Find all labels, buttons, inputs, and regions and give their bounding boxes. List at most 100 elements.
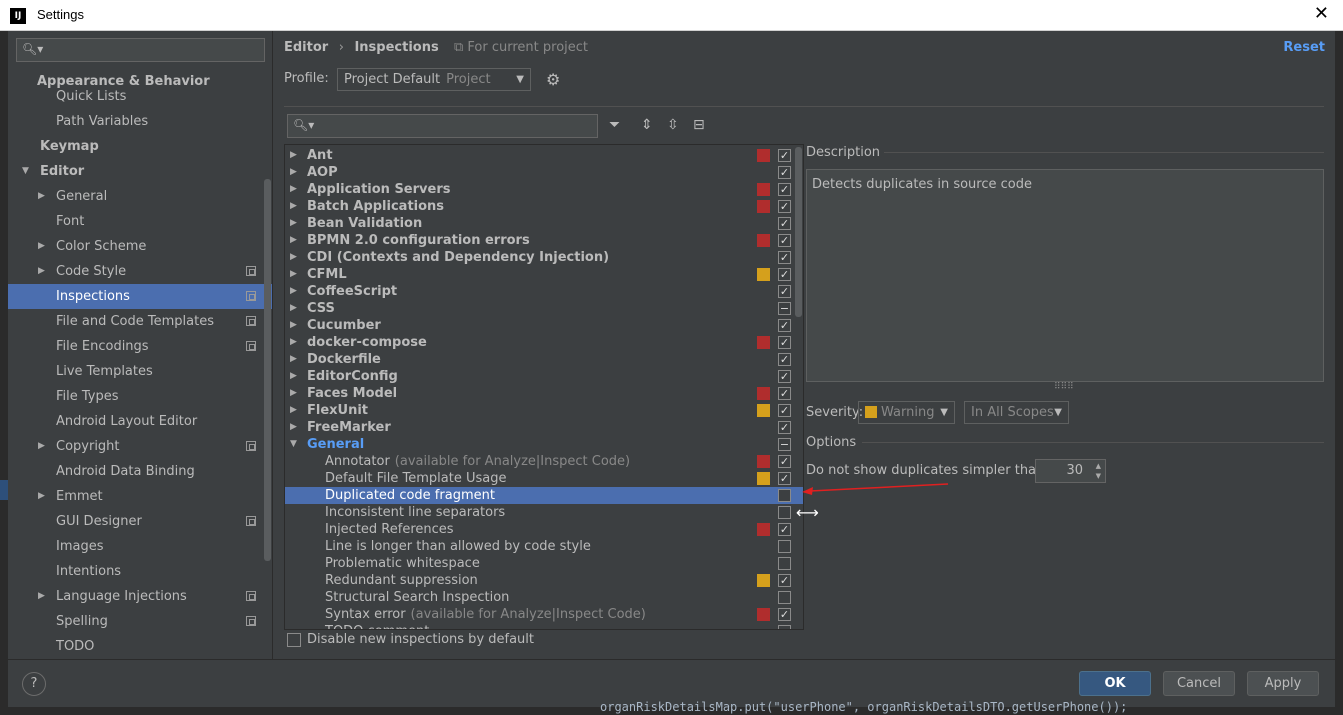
inspection-row[interactable]: ▶ EditorConfig ✓ — [285, 368, 803, 385]
inspection-checkbox[interactable]: ✓ — [778, 608, 791, 621]
collapsed-arrow-icon[interactable]: ▶ — [290, 402, 297, 419]
inspection-row[interactable]: ▼ General − — [285, 436, 803, 453]
collapsed-arrow-icon[interactable]: ▶ — [290, 164, 297, 181]
collapse-all-icon[interactable]: ⇳ — [667, 117, 679, 133]
inspection-checkbox[interactable] — [778, 489, 791, 502]
inspection-checkbox[interactable]: ✓ — [778, 251, 791, 264]
inspection-row[interactable]: ▶ Faces Model ✓ — [285, 385, 803, 402]
inspection-checkbox[interactable]: ✓ — [778, 200, 791, 213]
collapsed-arrow-icon[interactable]: ▶ — [290, 147, 297, 164]
reset-to-default-icon[interactable]: ⊟ — [693, 117, 705, 133]
inspection-row[interactable]: Duplicated code fragment — [285, 487, 803, 504]
inspection-row[interactable]: ▶ AOP ✓ — [285, 164, 803, 181]
inspection-row[interactable]: Redundant suppression ✓ — [285, 572, 803, 589]
inspection-row[interactable]: ▶ CFML ✓ — [285, 266, 803, 283]
collapsed-arrow-icon[interactable]: ▶ — [38, 484, 45, 509]
inspection-checkbox[interactable]: ✓ — [778, 268, 791, 281]
sidebar-item[interactable]: File Types — [8, 384, 272, 409]
inspection-checkbox[interactable]: ✓ — [778, 387, 791, 400]
apply-button[interactable]: Apply — [1247, 671, 1319, 696]
sidebar-item[interactable]: TODO — [8, 634, 272, 659]
collapsed-arrow-icon[interactable]: ▶ — [38, 434, 45, 459]
sidebar-scrollbar[interactable] — [264, 179, 271, 561]
inspection-checkbox[interactable]: ✓ — [778, 574, 791, 587]
severity-select[interactable]: Warning ▼ — [858, 401, 955, 424]
inspection-row[interactable]: Inconsistent line separators — [285, 504, 803, 521]
sidebar-item[interactable]: Spelling — [8, 609, 272, 634]
collapsed-arrow-icon[interactable]: ▶ — [38, 234, 45, 259]
inspection-row[interactable]: ▶ Batch Applications ✓ — [285, 198, 803, 215]
inspection-row[interactable]: ▶ CSS − — [285, 300, 803, 317]
collapsed-arrow-icon[interactable]: ▶ — [38, 259, 45, 284]
inspection-checkbox[interactable]: − — [778, 438, 791, 451]
inspection-row[interactable]: Syntax error (available for Analyze|Inspe… — [285, 606, 803, 623]
inspection-checkbox[interactable]: ✓ — [778, 234, 791, 247]
sidebar-item[interactable]: Images — [8, 534, 272, 559]
sidebar-item[interactable]: Font — [8, 209, 272, 234]
sidebar-item[interactable]: Quick Lists — [8, 84, 272, 109]
inspection-row[interactable]: ▶ FreeMarker ✓ — [285, 419, 803, 436]
inspection-row[interactable]: ▶ Application Servers ✓ — [285, 181, 803, 198]
collapsed-arrow-icon[interactable]: ▶ — [290, 368, 297, 385]
sidebar-item[interactable]: File Encodings — [8, 334, 272, 359]
collapsed-arrow-icon[interactable]: ▶ — [290, 283, 297, 300]
resize-grip-icon[interactable]: ⠿⠿⠿ — [1054, 382, 1074, 392]
sidebar-item[interactable]: ▶ Color Scheme — [8, 234, 272, 259]
collapsed-arrow-icon[interactable]: ▶ — [38, 584, 45, 609]
expanded-arrow-icon[interactable]: ▼ — [290, 436, 297, 453]
reset-link[interactable]: Reset — [1283, 40, 1325, 55]
inspection-row[interactable]: Structural Search Inspection — [285, 589, 803, 606]
expand-all-icon[interactable]: ⇕ — [641, 117, 653, 133]
sidebar-item[interactable]: File and Code Templates — [8, 309, 272, 334]
inspection-checkbox[interactable] — [778, 557, 791, 570]
filter-icon[interactable]: ⏷ — [609, 117, 620, 133]
inspection-row[interactable]: ▶ CoffeeScript ✓ — [285, 283, 803, 300]
close-icon[interactable]: ✕ — [1314, 4, 1329, 24]
scope-select[interactable]: In All Scopes ▼ — [964, 401, 1069, 424]
inspection-checkbox[interactable]: ✓ — [778, 353, 791, 366]
collapsed-arrow-icon[interactable]: ▶ — [290, 266, 297, 283]
inspection-row[interactable]: Line is longer than allowed by code styl… — [285, 538, 803, 555]
sidebar-item[interactable]: ▶ Code Style — [8, 259, 272, 284]
sidebar-item[interactable]: ▶ Copyright — [8, 434, 272, 459]
ok-button[interactable]: OK — [1079, 671, 1151, 696]
collapsed-arrow-icon[interactable]: ▶ — [290, 198, 297, 215]
collapsed-arrow-icon[interactable]: ▶ — [290, 317, 297, 334]
sidebar-item[interactable]: Android Data Binding — [8, 459, 272, 484]
sidebar-item[interactable]: Keymap — [8, 134, 272, 159]
inspection-checkbox[interactable] — [778, 625, 791, 629]
inspection-row[interactable]: TODO comment — [285, 623, 803, 629]
inspection-checkbox[interactable]: ✓ — [778, 319, 791, 332]
inspection-checkbox[interactable]: − — [778, 302, 791, 315]
inspection-checkbox[interactable] — [778, 540, 791, 553]
sidebar-item[interactable]: ▼ Editor — [8, 159, 272, 184]
sidebar-item[interactable]: Intentions — [8, 559, 272, 584]
duplicates-threshold-spinner[interactable]: 30 ▲ ▼ — [1035, 459, 1106, 483]
inspection-checkbox[interactable]: ✓ — [778, 217, 791, 230]
inspection-checkbox[interactable] — [778, 506, 791, 519]
gear-icon[interactable]: ⚙ — [546, 70, 560, 89]
inspection-row[interactable]: ▶ FlexUnit ✓ — [285, 402, 803, 419]
inspection-checkbox[interactable]: ✓ — [778, 421, 791, 434]
sidebar-search-input[interactable]: 🔍︎▾ — [16, 38, 265, 62]
inspection-checkbox[interactable]: ✓ — [778, 472, 791, 485]
inspection-row[interactable]: Default File Template Usage ✓ — [285, 470, 803, 487]
collapsed-arrow-icon[interactable]: ▶ — [290, 300, 297, 317]
inspection-checkbox[interactable]: ✓ — [778, 166, 791, 179]
collapsed-arrow-icon[interactable]: ▶ — [290, 215, 297, 232]
inspection-checkbox[interactable]: ✓ — [778, 370, 791, 383]
inspection-checkbox[interactable] — [778, 591, 791, 604]
inspection-checkbox[interactable]: ✓ — [778, 183, 791, 196]
inspection-checkbox[interactable]: ✓ — [778, 285, 791, 298]
sidebar-item[interactable]: ▶ General — [8, 184, 272, 209]
sidebar-item[interactable]: GUI Designer — [8, 509, 272, 534]
sidebar-item[interactable]: Path Variables — [8, 109, 272, 134]
inspection-row[interactable]: ▶ Ant ✓ — [285, 147, 803, 164]
inspection-row[interactable]: ▶ BPMN 2.0 configuration errors ✓ — [285, 232, 803, 249]
collapsed-arrow-icon[interactable]: ▶ — [290, 249, 297, 266]
sidebar-item[interactable]: Android Layout Editor — [8, 409, 272, 434]
profile-select[interactable]: Project Default Project ▼ — [337, 68, 531, 91]
collapsed-arrow-icon[interactable]: ▶ — [290, 232, 297, 249]
inspection-row[interactable]: Injected References ✓ — [285, 521, 803, 538]
collapsed-arrow-icon[interactable]: ▶ — [290, 385, 297, 402]
